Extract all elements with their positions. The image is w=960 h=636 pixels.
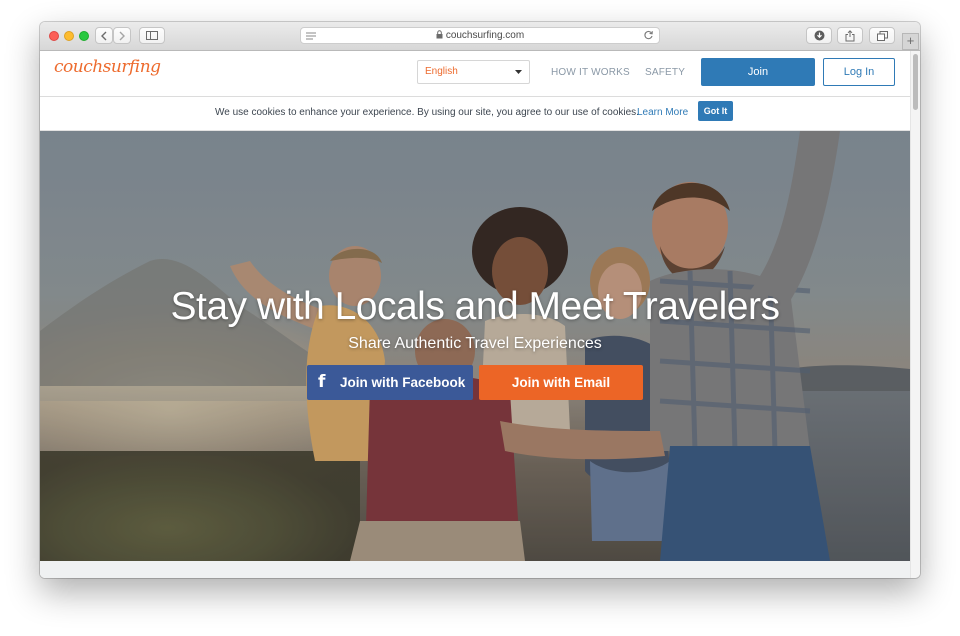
sidebar-button[interactable] xyxy=(139,27,165,44)
new-tab-button[interactable]: + xyxy=(902,33,919,50)
tabs-overview-button[interactable] xyxy=(869,27,895,44)
minimize-window-button[interactable] xyxy=(64,31,74,41)
forward-button[interactable] xyxy=(113,27,131,44)
language-value: English xyxy=(425,66,458,77)
share-icon xyxy=(845,29,855,41)
join-with-facebook-label: Join with Facebook xyxy=(340,375,466,390)
back-button[interactable] xyxy=(95,27,113,44)
forward-icon xyxy=(119,31,125,40)
sidebar-icon xyxy=(146,31,158,40)
address-bar[interactable]: couchsurfing.com xyxy=(300,27,660,44)
browser-window: couchsurfing.com couchsurfing English HO… xyxy=(40,22,920,578)
web-page: couchsurfing English HOW IT WORKS SAFETY… xyxy=(40,51,910,578)
hero-title: Stay with Locals and Meet Travelers xyxy=(170,285,780,328)
cookie-message: We use cookies to enhance your experienc… xyxy=(215,107,639,118)
join-with-facebook-button[interactable]: f Join with Facebook xyxy=(307,365,473,400)
nav-safety[interactable]: SAFETY xyxy=(645,67,685,78)
cookie-banner: We use cookies to enhance your experienc… xyxy=(40,97,910,131)
caret-down-icon xyxy=(515,70,522,74)
join-with-email-button[interactable]: Join with Email xyxy=(479,365,643,400)
page-scrollbar[interactable] xyxy=(910,51,920,578)
tabs-icon xyxy=(876,30,888,41)
join-button[interactable]: Join xyxy=(701,58,815,86)
language-select[interactable]: English xyxy=(417,60,530,84)
reload-icon[interactable] xyxy=(643,30,654,41)
back-icon xyxy=(101,31,107,40)
login-button[interactable]: Log In xyxy=(823,58,895,86)
zoom-window-button[interactable] xyxy=(79,31,89,41)
downloads-button[interactable] xyxy=(806,27,832,44)
site-header: couchsurfing English HOW IT WORKS SAFETY… xyxy=(40,51,910,97)
scrollbar-thumb[interactable] xyxy=(913,54,918,110)
share-button[interactable] xyxy=(837,27,863,44)
below-hero-section xyxy=(40,561,910,578)
nav-how-it-works[interactable]: HOW IT WORKS xyxy=(551,67,630,78)
couchsurfing-logo[interactable]: couchsurfing xyxy=(54,57,161,77)
facebook-icon: f xyxy=(318,372,326,392)
browser-toolbar: couchsurfing.com xyxy=(40,22,920,51)
reader-icon[interactable] xyxy=(306,32,316,40)
hero-section: Stay with Locals and Meet Travelers Shar… xyxy=(40,131,910,561)
url-text: couchsurfing.com xyxy=(445,30,525,41)
learn-more-link[interactable]: Learn More xyxy=(637,107,688,118)
lock-icon xyxy=(436,30,443,39)
close-window-button[interactable] xyxy=(49,31,59,41)
got-it-button[interactable]: Got It xyxy=(698,101,733,121)
download-icon xyxy=(814,30,824,41)
hero-subtitle: Share Authentic Travel Experiences xyxy=(348,335,602,352)
